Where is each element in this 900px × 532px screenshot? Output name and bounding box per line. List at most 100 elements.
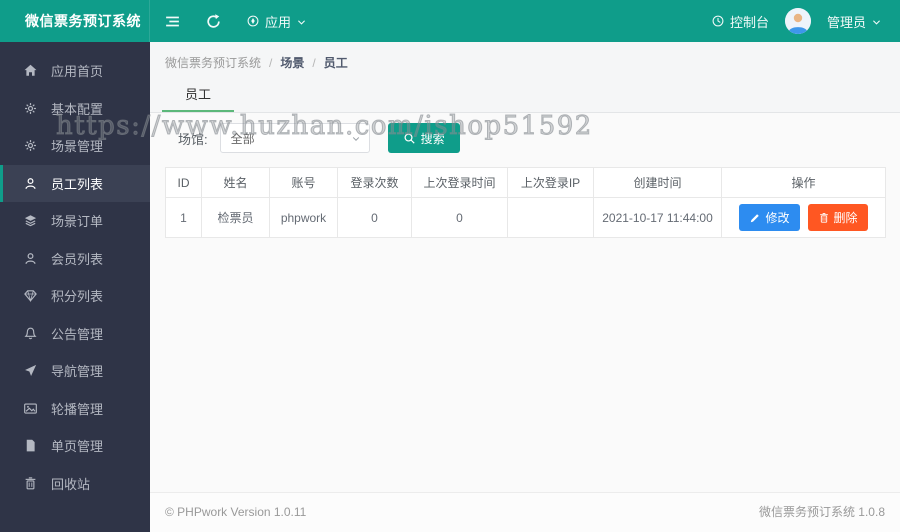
trash-icon (818, 212, 830, 224)
app-icon (246, 14, 260, 28)
column-header: 创建时间 (593, 167, 722, 198)
console-link[interactable]: 控制台 (711, 12, 769, 31)
sidebar-item-8[interactable]: 公告管理 (0, 315, 150, 353)
chevron-down-icon (871, 17, 882, 28)
cell-id: 1 (165, 197, 202, 238)
user-icon (23, 251, 38, 266)
search-button[interactable]: 搜索 (387, 123, 460, 153)
delete-button-label: 删除 (833, 211, 858, 225)
layers-icon (23, 213, 38, 228)
pencil-icon (749, 212, 761, 224)
column-header: 上次登录IP (507, 167, 594, 198)
sidebar-item-label: 回收站 (51, 476, 91, 492)
topbar-right: 控制台 管理员 (711, 0, 900, 42)
refresh-icon[interactable] (205, 13, 222, 30)
venue-filter-label: 场馆: (178, 131, 208, 147)
select-caret-icon (351, 134, 361, 144)
gem-icon (23, 288, 38, 303)
tab-staff[interactable]: 员工 (162, 84, 235, 112)
column-header: 账号 (269, 167, 338, 198)
sidebar-item-label: 场景管理 (51, 139, 104, 155)
gear-icon (23, 101, 38, 116)
edit-button[interactable]: 修改 (739, 204, 800, 231)
filter-row: 场馆: 全部 搜索 (178, 123, 885, 153)
console-icon (711, 14, 725, 28)
footer-copyright: © PHPwork Version 1.0.11 (165, 504, 307, 519)
sidebar-item-label: 员工列表 (51, 176, 104, 192)
footer: © PHPwork Version 1.0.11 微信票务预订系统 1.0.8 (150, 492, 900, 532)
tabs: 员工 (150, 84, 900, 112)
avatar[interactable] (784, 8, 811, 34)
sidebar-item-4[interactable]: 员工列表 (0, 164, 150, 202)
breadcrumb-item-staff: 员工 (323, 56, 348, 70)
cell-name: 检票员 (201, 197, 270, 238)
sidebar-item-label: 单页管理 (51, 439, 104, 455)
home-icon (23, 63, 38, 78)
sidebar-item-11[interactable]: 单页管理 (0, 427, 150, 465)
sidebar-menu: 应用首页基本配置场景管理员工列表场景订单会员列表积分列表公告管理导航管理轮播管理… (0, 52, 150, 502)
cell-last_login_time: 0 (411, 197, 508, 238)
sidebar-item-label: 导航管理 (51, 364, 104, 380)
sidebar-item-label: 会员列表 (51, 251, 104, 267)
sidebar-item-label: 公告管理 (51, 326, 104, 342)
staff-table: ID 姓名 账号 登录次数 上次登录时间 上次登录IP 创建时间 操作 1 检票员 phpwork… (165, 167, 886, 238)
send-icon (23, 363, 38, 378)
sidebar-item-12[interactable]: 回收站 (0, 465, 150, 503)
bell-icon (23, 326, 38, 341)
cell-account: phpwork (269, 197, 338, 238)
image-icon (23, 401, 38, 416)
table-body: 1 检票员 phpwork 0 0 2021-10-17 11:44:00 修改 删除 (165, 197, 886, 238)
venue-select-value: 全部 (230, 131, 255, 146)
app-menu-dropdown[interactable]: 应用 (246, 12, 307, 31)
trash-icon (23, 476, 38, 491)
table-row: 1 检票员 phpwork 0 0 2021-10-17 11:44:00 修改 删除 (165, 197, 886, 238)
sidebar-item-label: 积分列表 (51, 289, 104, 305)
breadcrumb: 微信票务预订系统 / 场景 / 员工 (150, 54, 900, 71)
venue-select[interactable]: 全部 (219, 123, 370, 153)
delete-button[interactable]: 删除 (807, 204, 868, 231)
file-icon (23, 438, 38, 453)
column-header: 上次登录时间 (411, 167, 508, 198)
table-header-row: ID 姓名 账号 登录次数 上次登录时间 上次登录IP 创建时间 操作 (165, 167, 886, 198)
sidebar-item-label: 轮播管理 (51, 401, 104, 417)
sidebar: 应用首页基本配置场景管理员工列表场景订单会员列表积分列表公告管理导航管理轮播管理… (0, 42, 150, 532)
chevron-down-icon (296, 17, 307, 28)
cell-login_count: 0 (337, 197, 412, 238)
breadcrumb-item-system[interactable]: 微信票务预订系统 (165, 54, 261, 71)
sidebar-item-2[interactable]: 基本配置 (0, 90, 150, 128)
footer-version: 微信票务预订系统 1.0.8 (758, 505, 885, 519)
breadcrumb-tab-strip: 微信票务预订系统 / 场景 / 员工 员工 (150, 42, 900, 113)
column-header: 姓名 (201, 167, 270, 198)
search-icon (403, 132, 416, 145)
sidebar-item-10[interactable]: 轮播管理 (0, 390, 150, 428)
breadcrumb-separator: / (269, 55, 273, 70)
breadcrumb-item-scene[interactable]: 场景 (280, 54, 304, 71)
sidebar-item-label: 应用首页 (51, 64, 104, 80)
column-header: 登录次数 (337, 167, 412, 198)
sidebar-item-5[interactable]: 场景订单 (0, 202, 150, 240)
cell-last_login_ip (507, 197, 594, 238)
gear-icon (23, 138, 38, 153)
cell-created_at: 2021-10-17 11:44:00 (593, 197, 722, 238)
sidebar-item-7[interactable]: 积分列表 (0, 277, 150, 315)
sidebar-item-1[interactable]: 应用首页 (0, 52, 150, 90)
sidebar-item-label: 场景订单 (51, 214, 104, 230)
console-label: 控制台 (729, 14, 769, 30)
edit-button-label: 修改 (765, 211, 790, 225)
cell-actions: 修改 删除 (721, 197, 886, 238)
breadcrumb-separator: / (312, 55, 316, 70)
sidebar-item-9[interactable]: 导航管理 (0, 352, 150, 390)
column-header: ID (165, 167, 202, 198)
collapse-sidebar-icon[interactable] (164, 13, 181, 30)
app-menu-label: 应用 (265, 14, 292, 30)
user-icon (23, 176, 38, 191)
sidebar-item-6[interactable]: 会员列表 (0, 240, 150, 278)
column-header: 操作 (721, 167, 886, 198)
app-title: 微信票务预订系统 (0, 0, 150, 42)
user-menu-dropdown[interactable]: 管理员 (827, 12, 882, 31)
sidebar-item-3[interactable]: 场景管理 (0, 127, 150, 165)
app-window: 微信票务预订系统 应用 控制台 管理员 应用首页 基本配置 场景管理 员工列表 … (0, 0, 900, 532)
sidebar-item-label: 基本配置 (51, 101, 104, 117)
search-button-label: 搜索 (420, 131, 445, 146)
topbar: 微信票务预订系统 应用 控制台 管理员 (0, 0, 900, 42)
